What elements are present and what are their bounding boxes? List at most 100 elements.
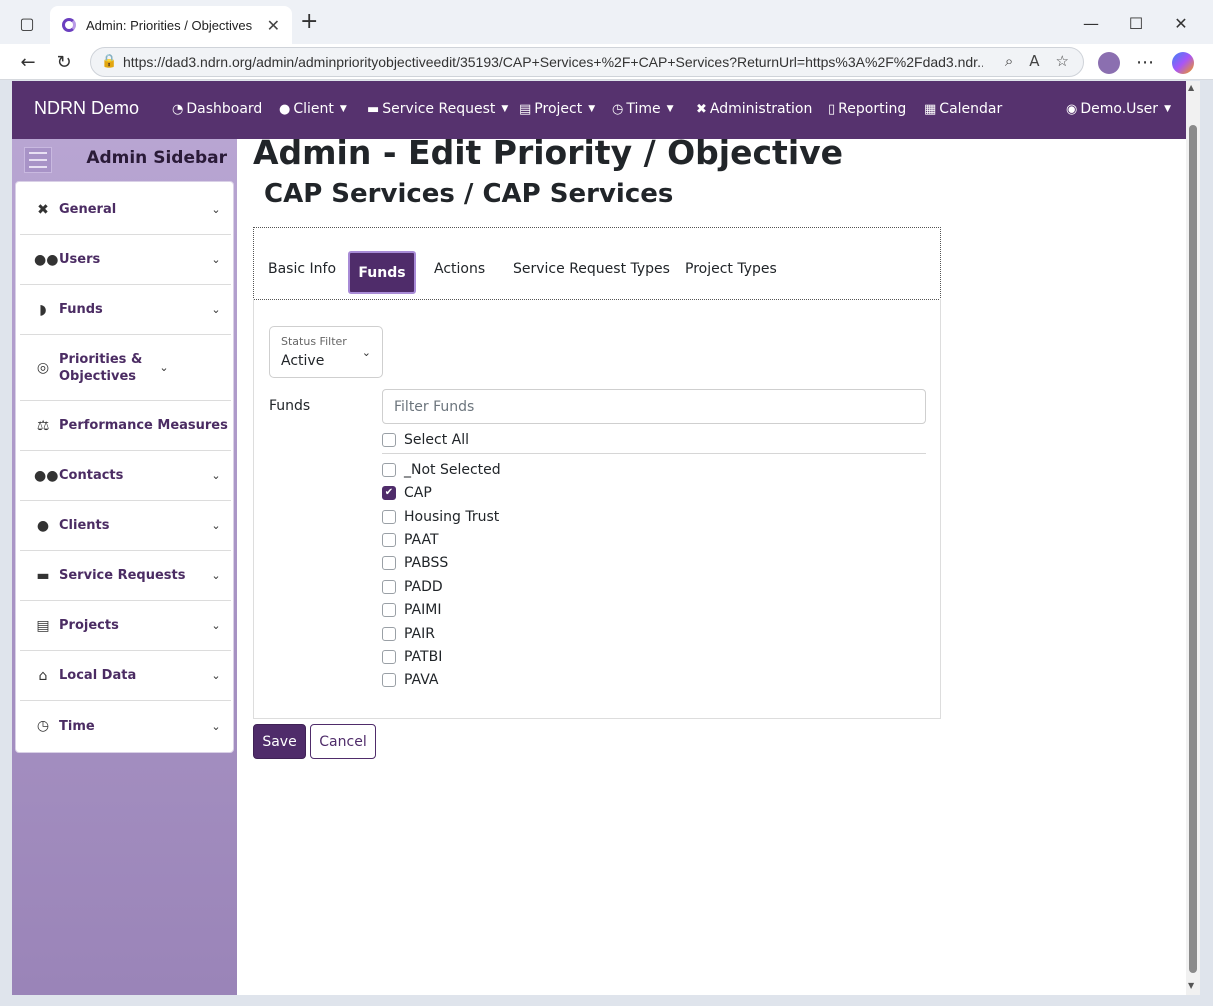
- chevron-down-icon: ⌄: [159, 361, 169, 374]
- page-title: Admin - Edit Priority / Objective: [253, 133, 844, 172]
- fund-option[interactable]: PADD: [382, 577, 443, 597]
- nav-user-menu[interactable]: ◉ Demo.User ▼: [1066, 101, 1171, 117]
- fund-checkbox[interactable]: [382, 556, 396, 570]
- copilot-icon[interactable]: [1172, 52, 1194, 74]
- favorite-star-icon[interactable]: ☆: [1056, 52, 1069, 70]
- dashboard-icon: ◔: [172, 101, 184, 117]
- hamburger-icon[interactable]: [24, 147, 52, 173]
- nav-client[interactable]: ● Client ▼: [279, 101, 347, 117]
- tab-basic-info[interactable]: Basic Info: [268, 261, 336, 277]
- fund-option[interactable]: PABSS: [382, 553, 448, 573]
- refresh-icon[interactable]: ↻: [52, 50, 76, 74]
- caret-down-icon: ▼: [588, 104, 596, 114]
- browser-tab[interactable]: Admin: Priorities / Objectives ✕: [50, 6, 292, 44]
- tools-icon: ✖: [37, 201, 49, 218]
- divider: [382, 453, 926, 454]
- page-scrollbar[interactable]: ▲ ▼: [1186, 81, 1200, 995]
- nav-calendar[interactable]: ▦ Calendar: [924, 101, 1002, 117]
- house-icon: ⌂: [38, 667, 48, 684]
- scroll-thumb[interactable]: [1189, 125, 1197, 973]
- fund-option[interactable]: PAVA: [382, 670, 439, 690]
- caret-down-icon: ▼: [1164, 104, 1171, 114]
- nav-administration[interactable]: ✖ Administration: [696, 101, 812, 117]
- sidebar-item-contacts[interactable]: ●● Contacts ⌄: [20, 451, 231, 501]
- sidebar-header: Admin Sidebar: [12, 139, 237, 181]
- select-all-checkbox[interactable]: [382, 433, 396, 447]
- fund-option[interactable]: ✔ CAP: [382, 483, 432, 503]
- chevron-down-icon: ⌄: [211, 253, 221, 266]
- sidebar-item-users[interactable]: ●● Users ⌄: [20, 235, 231, 285]
- url-input[interactable]: 🔒 https://dad3.ndrn.org/admin/adminprior…: [90, 47, 1084, 77]
- fund-checkbox[interactable]: [382, 627, 396, 641]
- fund-option[interactable]: _Not Selected: [382, 460, 501, 480]
- fund-option[interactable]: PAIMI: [382, 600, 441, 620]
- select-all-checkbox-row[interactable]: Select All: [382, 430, 469, 450]
- sidebar-item-service-requests[interactable]: ▬ Service Requests ⌄: [20, 551, 231, 601]
- filter-funds-input[interactable]: [382, 389, 926, 424]
- sidebar-item-priorities-objectives[interactable]: ◎ Priorities & Objectives ⌄: [20, 335, 231, 401]
- address-bar: ← ↻ 🔒 https://dad3.ndrn.org/admin/adminp…: [0, 44, 1213, 80]
- scroll-down-icon[interactable]: ▼: [1188, 981, 1194, 990]
- caret-down-icon: ▼: [501, 104, 509, 114]
- fund-checkbox[interactable]: [382, 463, 396, 477]
- minimize-icon[interactable]: —: [1080, 12, 1102, 34]
- close-tab-icon[interactable]: ✕: [267, 16, 280, 35]
- nav-project[interactable]: ▤ Project ▼: [519, 101, 595, 117]
- tab-service-request-types[interactable]: Service Request Types: [513, 261, 670, 277]
- back-icon[interactable]: ←: [16, 50, 40, 74]
- fund-checkbox[interactable]: [382, 650, 396, 664]
- profile-avatar-icon[interactable]: [1098, 52, 1120, 74]
- fund-checkbox-checked[interactable]: ✔: [382, 486, 396, 500]
- fund-option[interactable]: PATBI: [382, 647, 442, 667]
- sidebar-item-funds[interactable]: ◗ Funds ⌄: [20, 285, 231, 335]
- zoom-icon[interactable]: ⌕: [1005, 52, 1013, 70]
- tab-funds[interactable]: Funds: [348, 251, 416, 294]
- maximize-icon[interactable]: ☐: [1125, 12, 1147, 34]
- tab-project-types[interactable]: Project Types: [685, 261, 777, 277]
- chevron-down-icon: ⌄: [211, 469, 221, 482]
- sidebar-toggle-icon[interactable]: ▢: [16, 12, 38, 34]
- status-filter-value: Active: [281, 353, 325, 369]
- status-filter-label: Status Filter: [281, 335, 347, 348]
- sidebar-item-local-data[interactable]: ⌂ Local Data ⌄: [20, 651, 231, 701]
- browser-tab-title: Admin: Priorities / Objectives: [86, 17, 253, 33]
- sidebar-item-projects[interactable]: ▤ Projects ⌄: [20, 601, 231, 651]
- fund-checkbox[interactable]: [382, 673, 396, 687]
- chevron-down-icon: ⌄: [211, 569, 221, 582]
- sidebar-item-clients[interactable]: ● Clients ⌄: [20, 501, 231, 551]
- fund-option[interactable]: PAAT: [382, 530, 439, 550]
- clipboard-icon: ▤: [519, 101, 532, 117]
- sidebar-item-general[interactable]: ✖ General ⌄: [20, 185, 231, 235]
- fund-checkbox[interactable]: [382, 510, 396, 524]
- tab-actions[interactable]: Actions: [434, 261, 485, 277]
- chevron-down-icon: ⌄: [211, 203, 221, 216]
- fund-checkbox[interactable]: [382, 533, 396, 547]
- caret-down-icon: ▼: [666, 104, 674, 114]
- fund-checkbox[interactable]: [382, 603, 396, 617]
- read-aloud-icon[interactable]: A: [1029, 52, 1039, 70]
- new-tab-icon[interactable]: +: [300, 11, 318, 33]
- nav-dashboard[interactable]: ◔ Dashboard: [172, 101, 262, 117]
- admin-sidebar: Admin Sidebar ✖ General ⌄ ●● Users ⌄ ◗ F…: [12, 139, 237, 995]
- status-filter-select[interactable]: Status Filter Active ⌄: [269, 326, 383, 378]
- sidebar-item-performance-measures[interactable]: ⚖ Performance Measures: [20, 401, 231, 451]
- fund-checkbox[interactable]: [382, 580, 396, 594]
- lock-icon[interactable]: 🔒: [101, 54, 117, 69]
- scroll-up-icon[interactable]: ▲: [1188, 83, 1194, 92]
- close-window-icon[interactable]: ✕: [1170, 12, 1192, 34]
- sidebar-title: Admin Sidebar: [86, 148, 227, 168]
- save-button[interactable]: Save: [253, 724, 306, 759]
- sidebar-menu: ✖ General ⌄ ●● Users ⌄ ◗ Funds ⌄ ◎ Prior…: [15, 181, 234, 753]
- tools-icon: ✖: [696, 101, 707, 117]
- nav-time[interactable]: ◷ Time ▼: [612, 101, 674, 117]
- brand-link[interactable]: NDRN Demo: [34, 98, 139, 119]
- nav-reporting[interactable]: ▯ Reporting: [828, 101, 906, 117]
- nav-service-request[interactable]: ▬ Service Request ▼: [367, 101, 508, 117]
- sidebar-item-time[interactable]: ◷ Time ⌄: [20, 701, 231, 751]
- more-options-icon[interactable]: ⋯: [1133, 50, 1157, 74]
- fund-option[interactable]: PAIR: [382, 624, 435, 644]
- file-icon: ▯: [828, 101, 836, 117]
- cancel-button[interactable]: Cancel: [310, 724, 376, 759]
- fund-option[interactable]: Housing Trust: [382, 507, 499, 527]
- chevron-down-icon: ⌄: [211, 719, 221, 733]
